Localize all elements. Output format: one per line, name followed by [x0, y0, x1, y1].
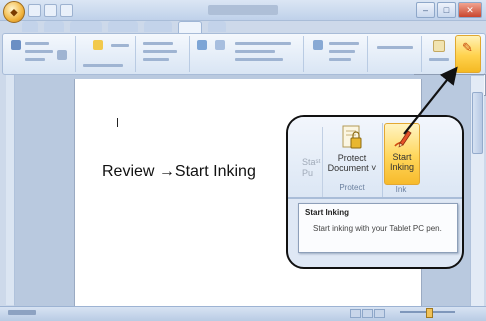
changes-group — [193, 36, 304, 72]
magnified-callout: Staˢᵗ Pu Protect Document ˅ Protect Start I… — [286, 115, 464, 269]
pen-icon — [394, 130, 412, 148]
scrollbar-thumb[interactable] — [472, 92, 483, 154]
ink-group-label: Ink — [395, 185, 407, 194]
tab-insert[interactable] — [44, 21, 64, 32]
comments-group — [79, 36, 136, 72]
compare-group — [307, 36, 368, 72]
proofing-group — [5, 36, 76, 72]
translate-icon[interactable] — [57, 50, 67, 60]
start-inking-button-small[interactable]: ✎ — [455, 35, 481, 73]
tab-page-layout[interactable] — [70, 21, 102, 32]
new-comment-icon[interactable] — [93, 40, 103, 50]
ribbon-tabs — [22, 21, 226, 33]
vertical-ruler — [6, 75, 15, 305]
save-icon[interactable] — [28, 4, 41, 17]
group-separator — [322, 127, 323, 197]
full-screen-icon[interactable] — [362, 309, 373, 318]
start-inking-button[interactable]: Start Inking — [384, 123, 420, 185]
maximize-button[interactable]: □ — [437, 2, 456, 18]
ribbon: ✎ — [2, 33, 486, 75]
spelling-icon[interactable] — [11, 40, 21, 50]
status-bar — [0, 306, 486, 321]
tooltip-title: Start Inking — [305, 208, 350, 217]
partial-button-label: Staˢᵗ Pu — [302, 157, 321, 178]
office-button[interactable]: ◆ — [3, 1, 25, 23]
title-bar: ◆ – □ ✕ — [0, 0, 486, 23]
protect-document-icon[interactable] — [433, 40, 445, 52]
protect-group-label: Protect — [339, 183, 365, 192]
tracking-group — [139, 36, 190, 72]
print-layout-icon[interactable] — [350, 309, 361, 318]
window-title — [208, 5, 278, 15]
annotation-caption: Review →Start Inking — [102, 163, 256, 180]
protect-document-button[interactable]: Protect Document ˅ — [326, 125, 378, 177]
balloons-icon[interactable] — [215, 40, 225, 50]
group-separator — [382, 123, 383, 197]
protect-group-small — [425, 36, 453, 72]
zoom-slider-knob[interactable] — [426, 308, 433, 318]
tab-references[interactable] — [108, 21, 138, 32]
tab-review[interactable] — [178, 21, 202, 33]
page-count — [8, 310, 36, 315]
window-controls: – □ ✕ — [416, 2, 482, 18]
tab-home[interactable] — [22, 21, 38, 32]
protect-document-icon — [342, 125, 362, 149]
accept-icon[interactable] — [313, 40, 323, 50]
track-changes-icon[interactable] — [197, 40, 207, 50]
web-layout-icon[interactable] — [374, 309, 385, 318]
minimize-button[interactable]: – — [416, 2, 435, 18]
tooltip-body: Start inking with your Tablet PC pen. — [313, 224, 442, 233]
office-logo-icon: ◆ — [10, 6, 18, 17]
text-cursor — [117, 118, 118, 127]
tab-mailings[interactable] — [144, 21, 172, 32]
quick-access-toolbar — [28, 4, 73, 17]
pen-icon: ✎ — [462, 40, 473, 55]
ribbon-border — [288, 197, 462, 199]
undo-icon[interactable] — [44, 4, 57, 17]
redo-icon[interactable] — [60, 4, 73, 17]
protect-document-label: Protect Document ˅ — [327, 153, 377, 173]
start-inking-tooltip: Start Inking Start inking with your Tabl… — [298, 203, 458, 253]
tab-view[interactable] — [208, 21, 226, 32]
close-button[interactable]: ✕ — [458, 2, 482, 18]
start-inking-label: Start Inking — [389, 152, 415, 172]
compare-group-2 — [371, 36, 422, 72]
word-window: ◆ – □ ✕ ✎ Review →Start Inking Staˢᵗ Pu … — [0, 0, 486, 321]
